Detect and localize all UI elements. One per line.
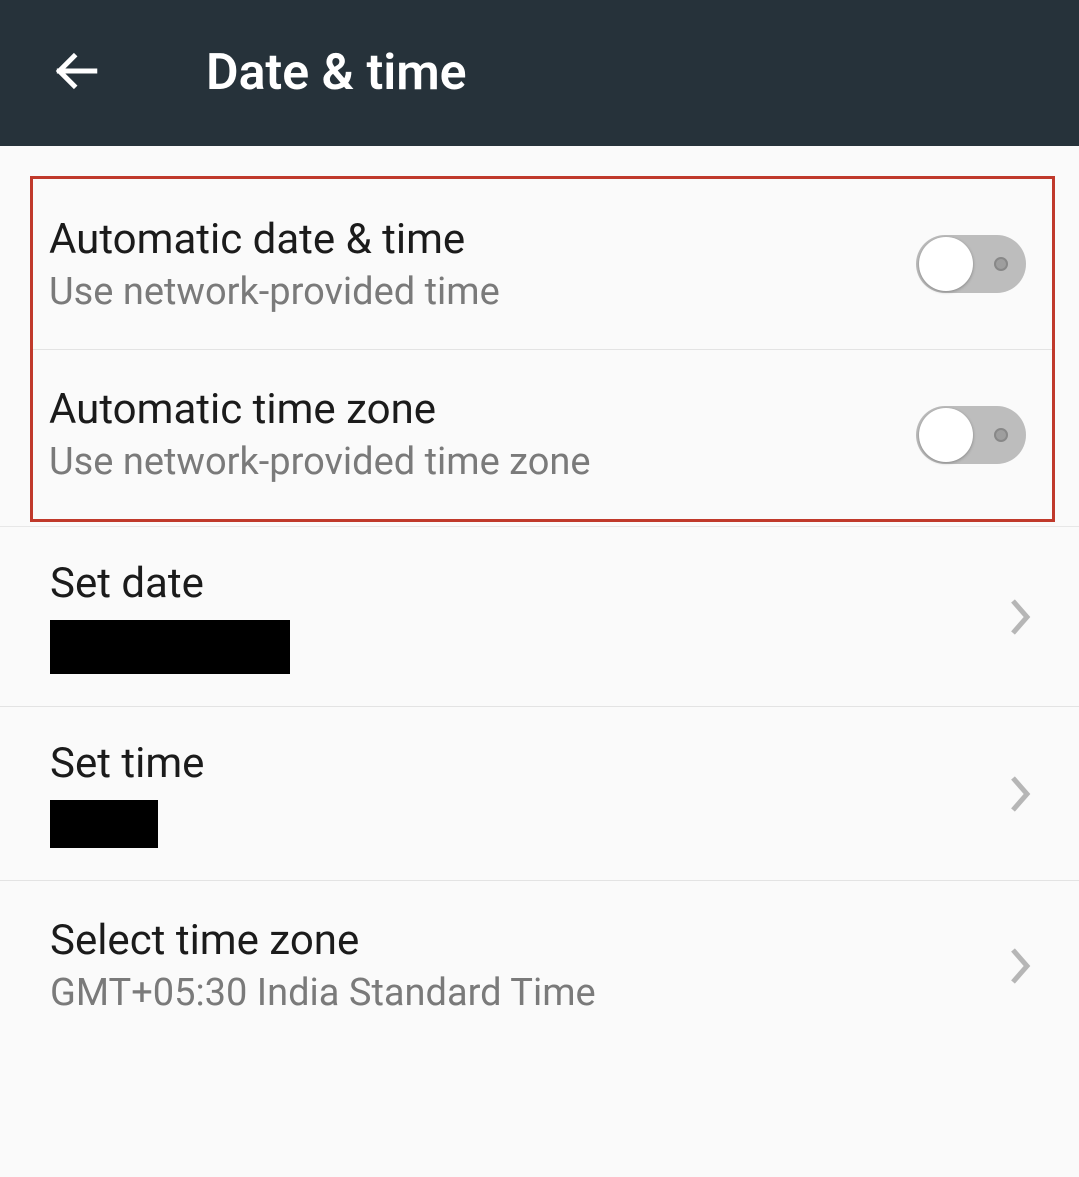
setting-text: Set time <box>50 739 204 848</box>
redacted-value <box>50 800 158 848</box>
toggle-knob <box>919 237 973 291</box>
setting-title: Automatic date & time <box>49 215 500 264</box>
chevron-right-icon <box>1007 770 1035 818</box>
setting-auto-date-time[interactable]: Automatic date & time Use network-provid… <box>33 179 1052 349</box>
setting-title: Set time <box>50 739 204 788</box>
chevron-right-icon <box>1007 942 1035 990</box>
setting-title: Set date <box>50 559 290 608</box>
highlighted-section: Automatic date & time Use network-provid… <box>30 176 1055 522</box>
back-button[interactable] <box>46 43 106 103</box>
setting-text: Select time zone GMT+05:30 India Standar… <box>50 916 596 1015</box>
app-header: Date & time <box>0 0 1079 146</box>
toggle-track-dot <box>994 257 1008 271</box>
arrow-left-icon <box>51 46 101 100</box>
setting-text: Automatic date & time Use network-provid… <box>49 215 500 314</box>
setting-text: Automatic time zone Use network-provided… <box>49 385 591 484</box>
setting-subtitle: GMT+05:30 India Standard Time <box>50 971 596 1015</box>
setting-title: Select time zone <box>50 916 596 965</box>
setting-title: Automatic time zone <box>49 385 591 434</box>
setting-subtitle: Use network-provided time <box>49 270 500 314</box>
setting-auto-time-zone[interactable]: Automatic time zone Use network-provided… <box>33 349 1052 519</box>
setting-subtitle: Use network-provided time zone <box>49 440 591 484</box>
toggle-auto-time-zone[interactable] <box>916 406 1026 464</box>
settings-list: Automatic date & time Use network-provid… <box>0 146 1079 1050</box>
setting-set-time[interactable]: Set time <box>0 706 1079 880</box>
page-title: Date & time <box>206 44 467 102</box>
redacted-value <box>50 620 290 674</box>
chevron-right-icon <box>1007 593 1035 641</box>
setting-select-time-zone[interactable]: Select time zone GMT+05:30 India Standar… <box>0 880 1079 1050</box>
toggle-knob <box>919 408 973 462</box>
setting-set-date[interactable]: Set date <box>0 527 1079 706</box>
toggle-auto-date-time[interactable] <box>916 235 1026 293</box>
toggle-track-dot <box>994 428 1008 442</box>
setting-text: Set date <box>50 559 290 674</box>
